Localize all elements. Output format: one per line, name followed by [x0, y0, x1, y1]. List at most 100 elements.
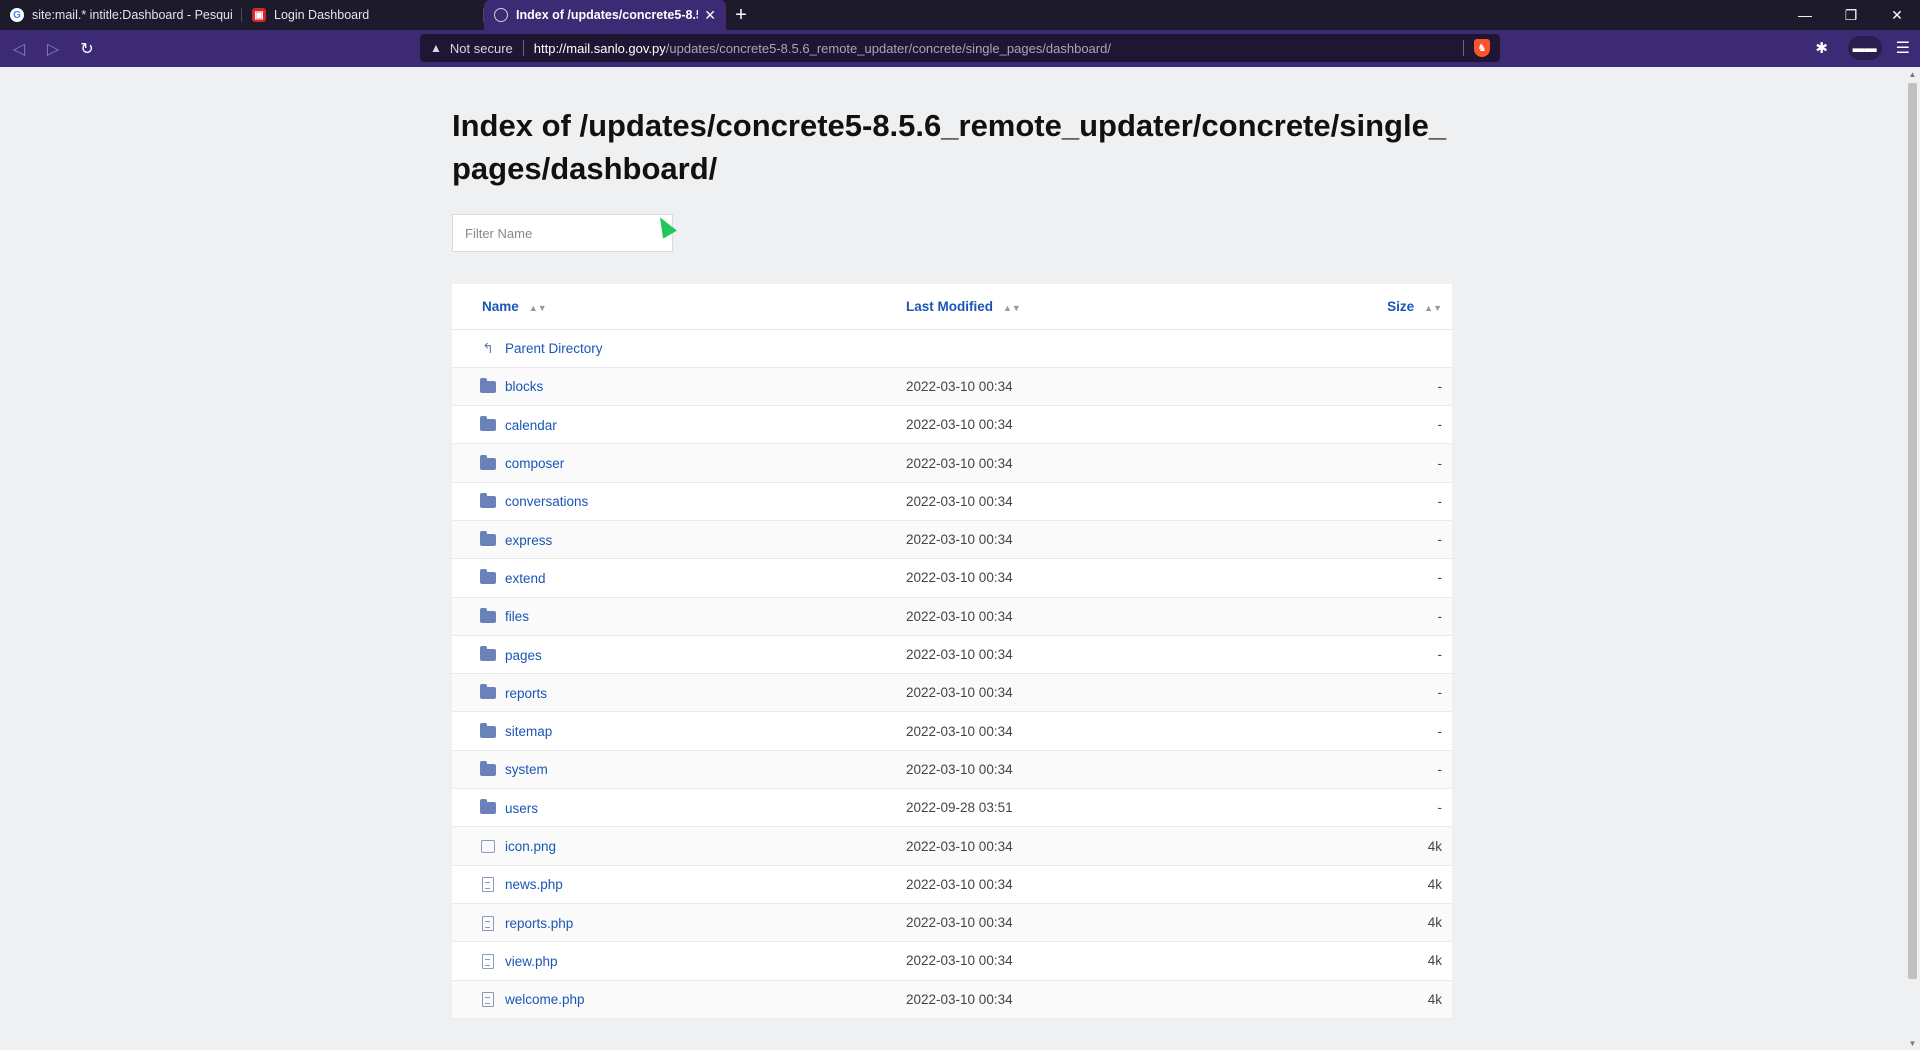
folder-icon	[480, 607, 496, 623]
table-row[interactable]: reports 2022-03-10 00:34 -	[452, 673, 1452, 712]
size-cell: 4k	[1427, 915, 1442, 931]
entry-link[interactable]: extend	[505, 571, 546, 586]
close-tab-icon[interactable]: ✕	[704, 7, 716, 24]
name-cell: news.php	[452, 865, 906, 903]
parent-directory-link[interactable]: Parent Directory	[505, 341, 603, 356]
table-row[interactable]: sitemap 2022-03-10 00:34 -	[452, 712, 1452, 751]
table-row[interactable]: view.php 2022-03-10 00:34 4k	[452, 942, 1452, 981]
table-row[interactable]: system 2022-03-10 00:34 -	[452, 750, 1452, 789]
entry-link[interactable]: express	[505, 533, 552, 548]
table-row[interactable]: files 2022-03-10 00:34 -	[452, 597, 1452, 636]
reload-icon[interactable]: ↻	[72, 34, 102, 64]
column-size[interactable]: Size ▲▼	[1286, 284, 1452, 329]
name-cell: welcome.php	[452, 980, 906, 1018]
table-row[interactable]: extend 2022-03-10 00:34 -	[452, 559, 1452, 598]
tab-index-of[interactable]: Index of /updates/concrete5-8.5.6_remote…	[484, 0, 726, 30]
name-cell: system	[452, 750, 906, 788]
minimize-icon[interactable]: —	[1782, 0, 1828, 30]
table-row[interactable]: reports.php 2022-03-10 00:34 4k	[452, 903, 1452, 942]
vertical-scrollbar[interactable]: ▲ ▼	[1905, 67, 1920, 1050]
divider	[522, 40, 524, 56]
table-row[interactable]: news.php 2022-03-10 00:34 4k	[452, 865, 1452, 904]
directory-listing: Index of /updates/concrete5-8.5.6_remote…	[452, 104, 1452, 1019]
size-cell: -	[1437, 800, 1443, 816]
entry-link[interactable]: users	[505, 801, 538, 816]
size-cell: -	[1437, 647, 1443, 663]
table-row[interactable]: blocks 2022-03-10 00:34 -	[452, 367, 1452, 406]
size-cell	[1286, 329, 1452, 367]
browser-toolbar: ◁ ▷ ↻ ▲ Not secure http://mail.sanlo.gov…	[0, 30, 1920, 67]
tab-login-dashboard[interactable]: ▣ Login Dashboard	[242, 0, 484, 30]
security-label[interactable]: Not secure	[450, 41, 513, 56]
scrollbar-thumb[interactable]	[1908, 83, 1917, 979]
parent-directory-row[interactable]: ↰ Parent Directory	[452, 329, 1452, 368]
table-row[interactable]: welcome.php 2022-03-10 00:34 4k	[452, 980, 1452, 1019]
restore-icon[interactable]: ❐	[1828, 0, 1874, 30]
table-row[interactable]: calendar 2022-03-10 00:34 -	[452, 406, 1452, 444]
entry-link[interactable]: sitemap	[505, 724, 552, 739]
tab-google-search[interactable]: G site:mail.* intitle:Dashboard - Pesqui…	[0, 0, 242, 30]
column-modified-label[interactable]: Last Modified	[906, 299, 993, 314]
url-path: /updates/concrete5-8.5.6_remote_updater/…	[665, 40, 1111, 56]
name-cell: icon.png	[452, 827, 906, 865]
scroll-up-icon[interactable]: ▲	[1905, 67, 1920, 81]
modified-cell: 2022-03-10 00:34	[906, 761, 1013, 777]
modified-cell: 2022-03-10 00:34	[906, 417, 1013, 433]
sort-icon[interactable]: ▲▼	[529, 303, 547, 313]
file-table: Name ▲▼ Last Modified ▲▼ Size ▲▼ ↰ Parent Di…	[452, 284, 1452, 1019]
table-row[interactable]: icon.png 2022-03-10 00:34 4k	[452, 826, 1452, 866]
scroll-down-icon[interactable]: ▼	[1905, 1036, 1920, 1050]
brave-shield-icon[interactable]: ♞	[1474, 39, 1490, 57]
column-size-label[interactable]: Size	[1387, 299, 1414, 314]
name-cell: files	[452, 597, 906, 635]
entry-link[interactable]: files	[505, 609, 529, 624]
new-tab-button[interactable]: +	[726, 0, 756, 30]
app-icon: ▣	[252, 8, 266, 22]
table-row[interactable]: conversations 2022-03-10 00:34 -	[452, 482, 1452, 521]
size-cell: -	[1437, 532, 1443, 548]
address-bar[interactable]: ▲ Not secure http://mail.sanlo.gov.py/up…	[420, 34, 1500, 62]
entry-link[interactable]: calendar	[505, 418, 557, 433]
entry-link[interactable]: icon.png	[505, 839, 556, 854]
table-row[interactable]: pages 2022-03-10 00:34 -	[452, 635, 1452, 674]
back-icon[interactable]: ◁	[4, 34, 34, 64]
entry-link[interactable]: composer	[505, 456, 564, 471]
table-row[interactable]: users 2022-09-28 03:51 -	[452, 789, 1452, 827]
name-cell: blocks	[452, 367, 906, 405]
forward-icon[interactable]: ▷	[38, 34, 68, 64]
entry-link[interactable]: welcome.php	[505, 992, 585, 1007]
entry-link[interactable]: reports	[505, 686, 547, 701]
table-row[interactable]: express 2022-03-10 00:34 -	[452, 520, 1452, 559]
column-modified[interactable]: Last Modified ▲▼	[906, 284, 1286, 329]
tab-strip: G site:mail.* intitle:Dashboard - Pesqui…	[0, 0, 1920, 30]
menu-icon[interactable]: ☰	[1896, 38, 1910, 58]
modified-cell: 2022-03-10 00:34	[906, 991, 1013, 1007]
size-cell: -	[1437, 723, 1443, 739]
entry-link[interactable]: reports.php	[505, 916, 573, 931]
entry-link[interactable]: news.php	[505, 877, 563, 892]
modified-cell: 2022-03-10 00:34	[906, 723, 1013, 739]
name-cell: view.php	[452, 942, 906, 980]
table-header-row: Name ▲▼ Last Modified ▲▼ Size ▲▼	[452, 284, 1452, 329]
name-cell: extend	[452, 559, 906, 597]
extensions-icon[interactable]: ✱	[1810, 33, 1834, 63]
entry-link[interactable]: pages	[505, 647, 542, 662]
folder-icon	[480, 760, 496, 776]
entry-link[interactable]: blocks	[505, 379, 543, 394]
column-name[interactable]: Name ▲▼	[452, 284, 906, 329]
folder-icon	[480, 377, 496, 393]
column-name-label[interactable]: Name	[482, 299, 519, 314]
entry-link[interactable]: system	[505, 762, 548, 777]
wallet-icon[interactable]: ▬▬	[1847, 36, 1882, 60]
close-window-icon[interactable]: ✕	[1874, 0, 1920, 30]
sort-icon[interactable]: ▲▼	[1003, 303, 1021, 313]
entry-link[interactable]: conversations	[505, 494, 588, 509]
filter-input[interactable]	[452, 214, 673, 252]
table-row[interactable]: composer 2022-03-10 00:34 -	[452, 443, 1452, 483]
sort-icon[interactable]: ▲▼	[1424, 303, 1442, 313]
modified-cell: 2022-03-10 00:34	[906, 838, 1013, 854]
file-icon	[482, 953, 494, 969]
name-cell: calendar	[452, 406, 906, 444]
size-cell: -	[1437, 685, 1443, 701]
entry-link[interactable]: view.php	[505, 954, 558, 969]
